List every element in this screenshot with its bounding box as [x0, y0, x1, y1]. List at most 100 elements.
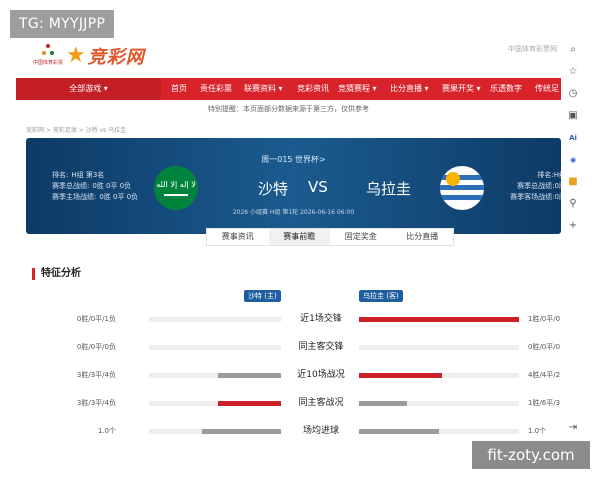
search-icon[interactable]: ⌕ [566, 43, 580, 57]
brand-logo[interactable]: ★ 竞彩网 [66, 42, 145, 70]
emblem-text: 中国体育彩票 [32, 60, 63, 66]
header-right-link[interactable]: 中国体育彩票网 [508, 44, 557, 54]
stat-label: 场均进球 [302, 426, 339, 436]
lottery-emblem[interactable]: 中国体育彩票 [28, 43, 68, 71]
home-info-row: 赛季总战绩: 0胜 0平 0负 [52, 182, 132, 190]
stat-row: 3胜/3平/4负 近10场战况 4胜/4平/2 [16, 367, 561, 383]
nav-item[interactable]: 比分直播 ▾ [390, 78, 429, 100]
away-stat-bar [359, 317, 519, 322]
tab-news[interactable]: 赛事资讯 [207, 229, 269, 245]
star-logo-icon: ★ [66, 43, 86, 68]
pin-icon[interactable]: ⚲ [566, 197, 580, 211]
briefcase-icon[interactable]: ▣ [566, 109, 580, 123]
stat-label: 近1场交锋 [300, 314, 342, 324]
emblem-icon [42, 44, 54, 55]
away-stat-bar-fill [359, 373, 443, 378]
nav-item[interactable]: 赛果开奖 ▾ [442, 78, 481, 100]
away-stat-bar [359, 401, 519, 406]
home-stat-bar [149, 317, 281, 322]
tab-preview[interactable]: 赛事前瞻 [268, 229, 330, 245]
away-team-tag: 乌拉圭 (客) [359, 290, 403, 302]
home-stat-bar-fill [217, 373, 281, 378]
away-stat-bar-fill [359, 401, 407, 406]
vs-label: VS [308, 178, 328, 196]
history-icon[interactable]: ◷ [566, 87, 580, 101]
home-stat-value: 3胜/3平/4负 [76, 399, 116, 407]
home-team-info: 排名: H组 第3名 赛季总战绩: 0胜 0平 0负 赛季主场战绩: 0胜 0平 0负 [52, 170, 138, 203]
all-games-menu[interactable]: 全部游戏 ▾ [16, 78, 161, 100]
home-stat-value: 3胜/3平/4负 [76, 371, 116, 379]
nav-item[interactable]: 首页 [171, 78, 187, 100]
home-stat-bar-fill [217, 401, 281, 406]
away-team-info: 排名:H组 赛季总战绩:0胜 赛季客场战绩:0胜 [510, 170, 561, 203]
gamepad-icon[interactable]: ◉ [566, 153, 580, 167]
stat-label: 同主客交锋 [298, 342, 344, 352]
home-stat-value: 1.0个 [97, 427, 116, 435]
match-meta: 2026 小组赛 H组 第1轮 2026-06-16 06:00 [232, 209, 355, 216]
away-team-name: 乌拉圭 [366, 180, 412, 198]
tab-fixed-odds[interactable]: 固定奖金 [330, 229, 392, 245]
home-stat-bar [149, 401, 281, 406]
flag-script: لا إله إلا الله [156, 180, 196, 189]
notice-text: 特别提醒：本页面部分数据来源于第三方，仅供参考 [208, 105, 369, 113]
away-stat-bar-fill [359, 429, 439, 434]
away-stat-bar [359, 373, 519, 378]
home-team-tag: 沙特 (主) [244, 290, 281, 302]
section-title: 特征分析 [32, 268, 81, 280]
breadcrumb[interactable]: 竞彩网 > 竞彩足球 > 沙特 vs 乌拉圭 [26, 125, 126, 134]
flag-sun [446, 172, 460, 186]
brand-name: 竞彩网 [87, 47, 145, 68]
away-stat-value: 1胜/6平/3 [528, 399, 561, 407]
telegram-label: TG: MYYJJPP [10, 10, 115, 38]
nav-item[interactable]: 传统足 [535, 78, 559, 100]
away-stat-bar-fill [359, 317, 519, 322]
flag-stripe [440, 195, 484, 200]
home-info-row: 排名: H组 第3名 [52, 171, 105, 179]
stat-row: 3胜/3平/4负 同主客战况 1胜/6平/3 [16, 395, 561, 411]
home-team-name: 沙特 [258, 180, 289, 198]
stat-row: 0胜/0平/1负 近1场交锋 1胜/0平/0 [16, 311, 561, 327]
nav-item[interactable]: 竞彩资讯 [297, 78, 329, 100]
home-info-row: 赛季主场战绩: 0胜 0平 0负 [52, 193, 139, 201]
nav-item[interactable]: 竞猜赛程 ▾ [338, 78, 377, 100]
stat-row: 1.0个 场均进球 1.0个 [16, 423, 561, 439]
away-info-row: 排名:H组 [537, 171, 561, 179]
away-info-row: 赛季客场战绩:0胜 [510, 193, 561, 201]
ai-icon[interactable]: Ai [566, 131, 580, 145]
home-stat-bar [149, 429, 281, 434]
away-stat-bar [359, 429, 519, 434]
nav-item[interactable]: 责任彩票 [200, 78, 232, 100]
gift-icon[interactable]: ■ [566, 175, 580, 189]
stat-row: 0胜/0平/0负 同主客交锋 0胜/0平/0 [16, 339, 561, 355]
star-icon[interactable]: ☆ [566, 65, 580, 79]
away-stat-bar [359, 345, 519, 350]
flag-sword [164, 194, 188, 196]
screenshot-stage: TG: MYYJJPP 中国体育彩票 ★ 竞彩网 中国体育彩票网 全部游戏 ▾ … [0, 0, 600, 480]
saudi-flag-icon: لا إله إلا الله [154, 166, 198, 210]
watermark-label: fit-zoty.com [472, 441, 590, 469]
main-nav: 全部游戏 ▾ 首页 责任彩票 联赛资料 ▾ 竞彩资讯 竞猜赛程 ▾ 比分直播 ▾ 赛果开奖 … [16, 78, 561, 100]
home-stat-bar-fill [201, 429, 281, 434]
home-stat-bar [149, 345, 281, 350]
away-stat-value: 1.0个 [528, 427, 547, 435]
away-stat-value: 0胜/0平/0 [528, 343, 561, 351]
home-stat-value: 0胜/0平/1负 [76, 315, 116, 323]
match-round[interactable]: 周一015 世界杯> [26, 154, 561, 165]
nav-item[interactable]: 乐透数字 [490, 78, 522, 100]
match-card: 周一015 世界杯> 排名: H组 第3名 赛季总战绩: 0胜 0平 0负 赛季主场… [26, 138, 561, 234]
nav-item[interactable]: 联赛资料 ▾ [244, 78, 283, 100]
stat-label: 同主客战况 [298, 398, 344, 408]
home-stat-value: 0胜/0平/0负 [76, 343, 116, 351]
web-page: 中国体育彩票 ★ 竞彩网 中国体育彩票网 全部游戏 ▾ 首页 责任彩票 联赛资料 ▾… [16, 38, 561, 440]
home-stat-bar [149, 373, 281, 378]
tab-live-score[interactable]: 比分直播 [392, 229, 454, 245]
away-info-row: 赛季总战绩:0胜 [517, 182, 561, 190]
add-icon[interactable]: + [566, 219, 580, 233]
uruguay-flag-icon [440, 166, 484, 210]
site-header: 中国体育彩票 ★ 竞彩网 中国体育彩票网 [16, 38, 561, 76]
away-stat-value: 4胜/4平/2 [528, 371, 561, 379]
stat-label: 近10场战况 [297, 370, 345, 380]
collapse-icon[interactable]: ⇥ [566, 421, 580, 435]
match-tabs: 赛事资讯 赛事前瞻 固定奖金 比分直播 [206, 228, 454, 246]
browser-sidebar: ⌕ ☆ ◷ ▣ Ai ◉ ■ ⚲ + ⇥ [562, 38, 584, 440]
